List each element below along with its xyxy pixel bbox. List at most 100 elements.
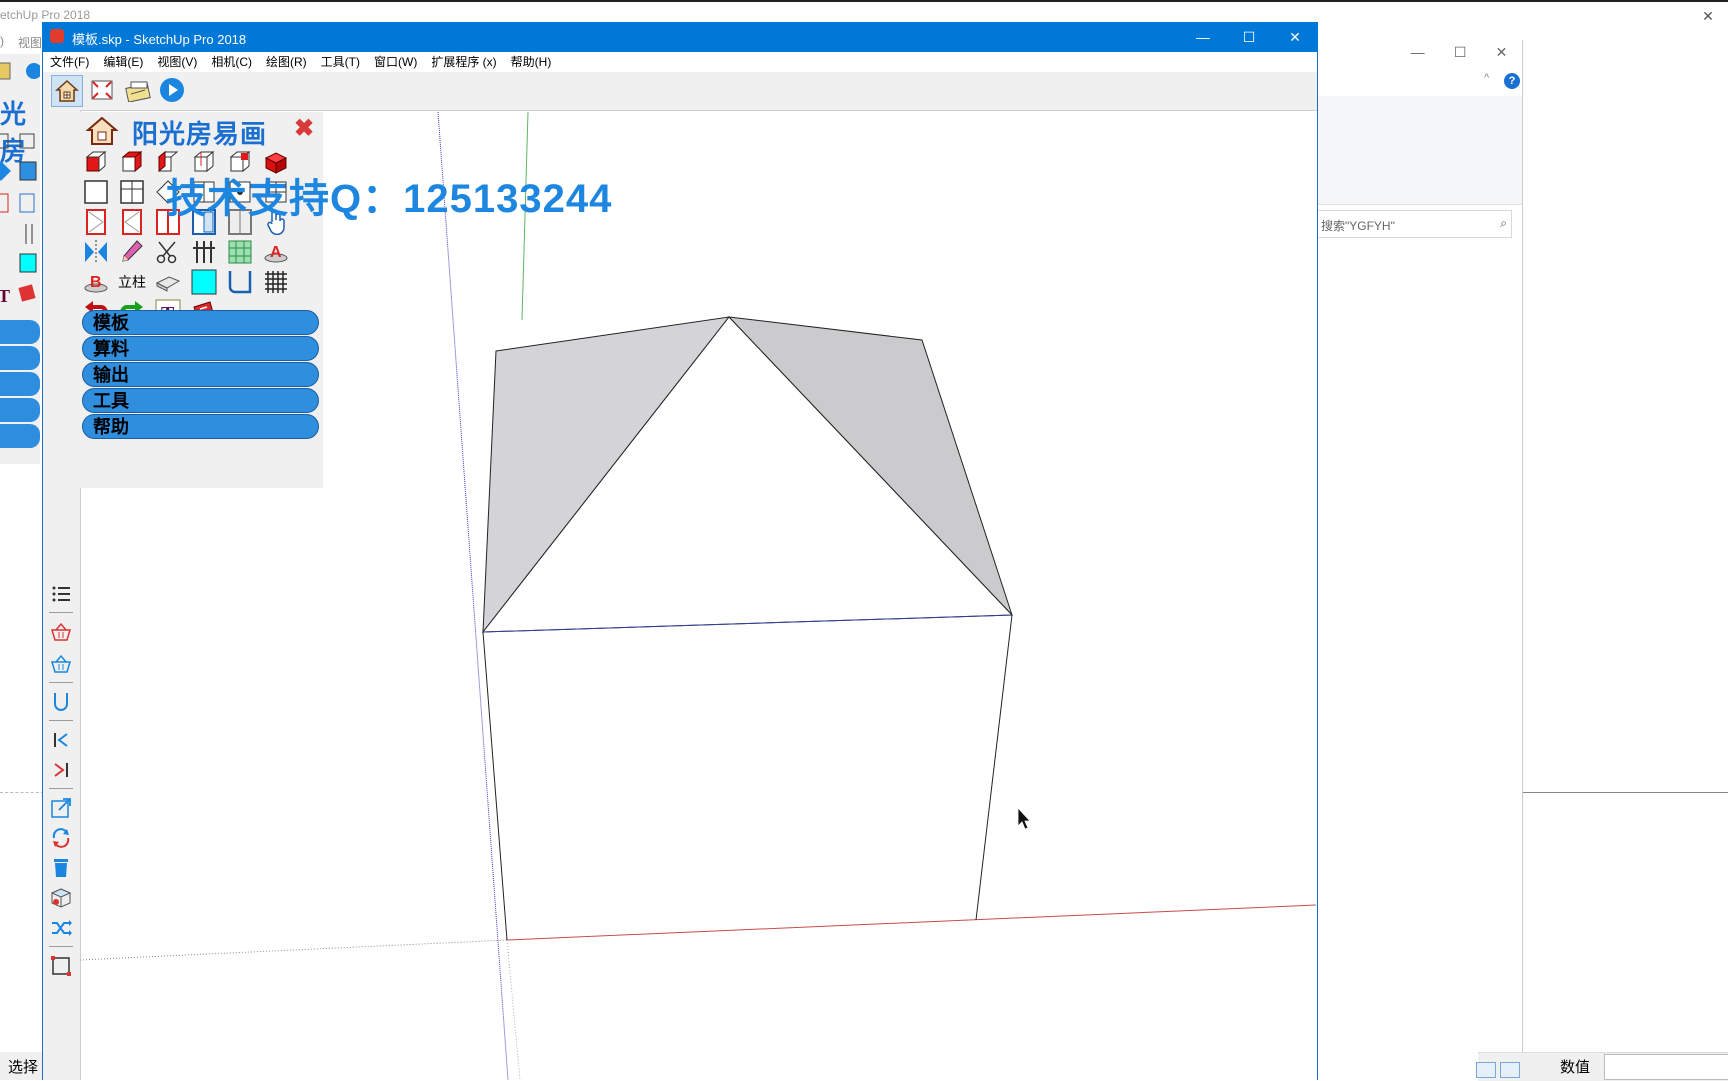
window-right-icon[interactable] [118,208,146,236]
menu-bar: 文件(F) 编辑(E) 视图(V) 相机(C) 绘图(R) 工具(T) 窗口(W… [43,52,1317,72]
background-toolbar-icons [0,62,40,80]
close-icon[interactable]: ✕ [1272,22,1318,52]
background-plugin-panel: 光房 T [0,54,40,464]
minimize-icon[interactable]: — [1411,44,1425,64]
measurements-input[interactable] [1604,1054,1728,1080]
zoom-extents-icon[interactable] [87,75,117,105]
status-view-buttons [1476,1062,1520,1078]
menu-tools[interactable]: 工具(T) [314,52,367,72]
step-forward-icon[interactable] [47,756,75,784]
rectangle-icon[interactable] [47,952,75,980]
trash-icon[interactable] [47,854,75,882]
toolbar-separator [49,612,73,613]
background-plugin-button [0,398,40,422]
basket-blue-icon[interactable] [47,650,75,678]
search-icon[interactable]: ⌕ [1500,216,1507,231]
plugin-close-icon[interactable]: ✖ [294,114,314,143]
background-menu-fragment: ) [0,34,4,48]
scissors-icon[interactable] [154,238,182,266]
toolbar-separator [49,946,73,947]
toolbar-separator [49,720,73,721]
right-wall-edge [975,614,1013,921]
explorer-ribbon [1316,96,1522,205]
plugin-menu-templates[interactable]: 模板 [82,310,319,335]
window-controls: — ☐ ✕ [1180,22,1318,52]
window-title: 模板.skp - SketchUp Pro 2018 [72,32,247,47]
details-view-icon[interactable] [1476,1062,1496,1078]
search-placeholder: 搜索"YGFYH" [1321,219,1395,233]
plugin-menu-tools[interactable]: 工具 [82,388,319,413]
maximize-icon[interactable]: ☐ [1454,44,1467,64]
ribbon-collapse-icon[interactable]: ^ [1484,72,1489,84]
large-icons-view-icon[interactable] [1500,1062,1520,1078]
plugin-menu-output[interactable]: 输出 [82,362,319,387]
background-plugin-icons: T [0,133,37,306]
step-back-icon[interactable] [47,726,75,754]
svg-text:A: A [270,244,282,261]
background-close-icon[interactable]: ✕ [1688,8,1728,28]
list-icon[interactable] [47,580,75,608]
frame-square-icon[interactable] [82,178,110,206]
sketchup-app-icon [50,29,64,43]
grid-green-icon[interactable] [226,238,254,266]
basket-red-icon[interactable] [47,618,75,646]
menu-draw[interactable]: 绘图(R) [259,52,314,72]
export-icon[interactable] [47,794,75,822]
menu-window[interactable]: 窗口(W) [367,52,424,72]
blue-axis-negative [506,939,521,1080]
plugin-menu-help[interactable]: 帮助 [82,414,319,439]
home-icon[interactable] [51,75,83,107]
text-a-icon[interactable]: A [262,238,290,266]
mesh-grid-icon[interactable] [262,268,290,296]
ruler-pencil-icon[interactable] [123,75,153,105]
menu-extensions[interactable]: 扩展程序 (x) [424,52,503,72]
frame-grid-icon[interactable] [118,178,146,206]
window-left-icon[interactable] [82,208,110,236]
magnet-icon[interactable] [47,688,75,716]
glass-sheet-icon[interactable] [154,268,182,296]
background-plugin-button [0,424,40,448]
refresh-icon[interactable] [47,824,75,852]
svg-text:B: B [90,274,102,291]
green-axis-negative [80,939,508,961]
plugin-menu-materials[interactable]: 算料 [82,336,319,361]
help-icon[interactable]: ? [1504,73,1520,89]
background-window-title: etchUp Pro 2018 [0,8,91,22]
left-toolbar [43,110,81,1080]
column-tool-label[interactable]: 立柱 [116,268,148,296]
minimize-icon[interactable]: — [1180,22,1226,52]
columns-icon[interactable] [190,238,218,266]
background-plugin-button [0,372,40,396]
support-watermark: 技术支持Q：125133244 [166,177,613,221]
cyan-material-icon[interactable] [190,268,218,296]
background-menu-view[interactable]: 视图 [18,34,42,51]
far-right-panel [1523,90,1728,1080]
screen-top-edge [0,0,1728,2]
explorer-search-box[interactable]: 搜索"YGFYH" ⌕ [1316,210,1512,238]
toolbar-separator [49,788,73,789]
measurements-label: 数值 [1560,1059,1591,1076]
menu-help[interactable]: 帮助(H) [504,52,559,72]
menu-camera[interactable]: 相机(C) [204,52,259,72]
shuffle-icon[interactable] [47,914,75,942]
main-toolbar [43,72,1317,111]
mouse-cursor-icon [1017,806,1031,830]
explorer-window-controls: — ☐ ✕ [1396,44,1522,64]
cube-red-top-icon[interactable] [118,148,146,176]
close-icon[interactable]: ✕ [1496,44,1508,64]
cube-red-front-icon[interactable] [82,148,110,176]
pencil-icon[interactable] [118,238,146,266]
menu-file[interactable]: 文件(F) [43,52,96,72]
play-icon[interactable] [157,75,187,105]
mirror-icon[interactable] [82,238,110,266]
box-icon[interactable] [47,884,75,912]
menu-edit[interactable]: 编辑(E) [96,52,150,72]
left-wall-edge [482,631,508,941]
background-plugin-button [0,346,40,370]
text-b-icon[interactable]: B [82,268,110,296]
gutter-icon[interactable] [226,268,254,296]
menu-view[interactable]: 视图(V) [150,52,204,72]
maximize-icon[interactable]: ☐ [1226,22,1272,52]
house-icon[interactable] [85,116,119,149]
window-titlebar[interactable]: 模板.skp - SketchUp Pro 2018 — ☐ ✕ [42,22,1318,52]
